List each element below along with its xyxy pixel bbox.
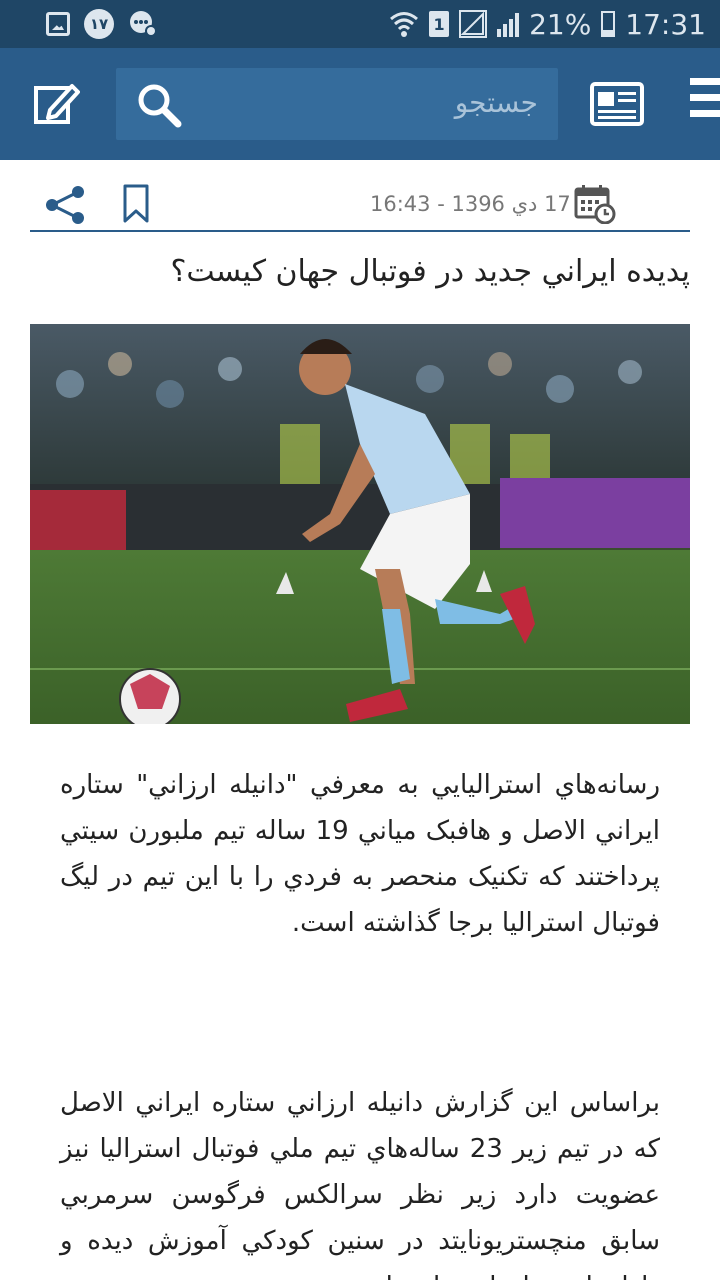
- article-meta-row: 17 دي 1396 - 16:43: [30, 176, 690, 232]
- article-paragraph: رسانه‌هاي استراليايي به معرفي "دانيله ار…: [60, 770, 660, 938]
- notification-count-badge: ۱۷: [84, 9, 114, 39]
- battery-icon: [601, 11, 616, 37]
- article-title: پديده ايراني جديد در فوتبال جهان کيست؟: [170, 254, 691, 289]
- share-icon[interactable]: [44, 184, 86, 226]
- status-bar: ۱۷ 1 21% 17:31: [0, 0, 720, 48]
- clock: 17:31: [625, 7, 706, 41]
- search-icon[interactable]: [136, 82, 182, 128]
- edit-icon[interactable]: [32, 80, 80, 128]
- article-photo: [30, 324, 690, 724]
- menu-icon[interactable]: [690, 78, 720, 128]
- newspaper-icon[interactable]: [590, 82, 644, 126]
- sim-slot-icon: 1: [429, 11, 450, 37]
- bookmark-icon[interactable]: [122, 184, 150, 224]
- chat-bubble-icon: [130, 11, 157, 37]
- wifi-icon: [390, 12, 419, 37]
- article-paragraph: براساس اين گزارش دانيله ارزاني ستاره اير…: [60, 1088, 660, 1280]
- app-bar: جستجو: [0, 48, 720, 160]
- calendar-clock-icon: [574, 185, 616, 224]
- status-system: 1 21% 17:31: [389, 8, 706, 41]
- signal-sim1-icon: [459, 10, 488, 38]
- search-bar[interactable]: جستجو: [116, 68, 558, 140]
- search-input[interactable]: جستجو: [455, 86, 538, 119]
- status-notifications: ۱۷: [46, 9, 158, 39]
- battery-percent: 21%: [529, 7, 592, 41]
- gallery-notification-icon: [46, 12, 70, 36]
- signal-strength-icon: [497, 11, 520, 37]
- article-date: 17 دي 1396 - 16:43: [370, 192, 571, 216]
